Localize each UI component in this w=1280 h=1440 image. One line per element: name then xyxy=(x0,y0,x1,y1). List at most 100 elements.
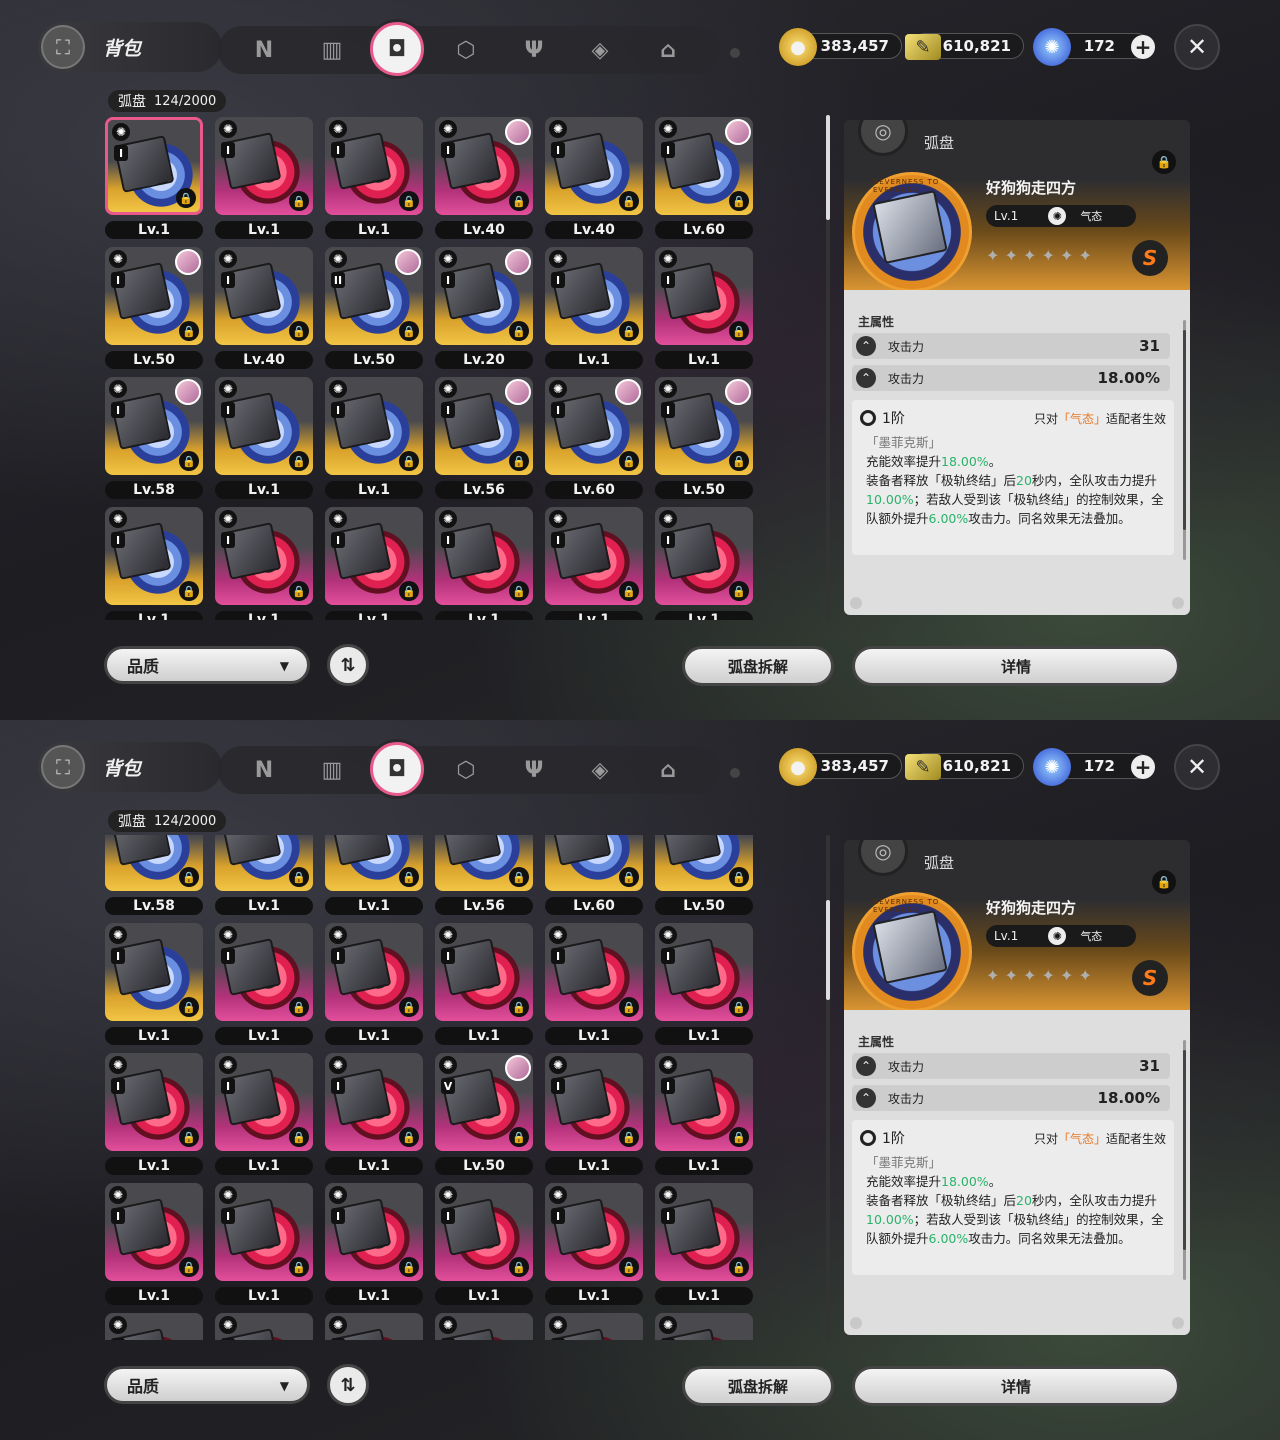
tab-utensils-icon[interactable]: Ψ xyxy=(516,752,552,788)
disc-card[interactable]: ✺I🔒 xyxy=(435,923,533,1021)
lock-toggle-icon[interactable]: 🔒 xyxy=(1152,870,1176,894)
effect-tier-label: 1阶 xyxy=(882,411,905,427)
disc-card[interactable]: ✺I🔒 xyxy=(105,507,203,605)
disc-card[interactable]: ✺I🔒 xyxy=(435,1183,533,1281)
inventory-count-value: 124/2000 xyxy=(154,93,217,109)
disc-card[interactable]: ✺I🔒 xyxy=(105,1053,203,1151)
backpack-icon: ⛶ xyxy=(41,745,85,789)
disc-card[interactable]: ✺I🔒 xyxy=(545,923,643,1021)
disc-card[interactable]: ✺ II 🔒 xyxy=(325,247,423,345)
disc-card[interactable]: ✺I🔒 xyxy=(545,1313,643,1340)
disc-card[interactable]: ✺I🔒 xyxy=(435,1313,533,1340)
lock-icon: 🔒 xyxy=(179,867,199,887)
disc-card[interactable]: ✺I🔒 xyxy=(655,247,753,345)
disc-card[interactable]: ✺I🔒 xyxy=(545,1053,643,1151)
disc-card[interactable]: ✺I🔒 xyxy=(435,247,533,345)
tab-home-icon[interactable]: ⌂ xyxy=(650,752,686,788)
tab-disc-icon[interactable]: ◘ xyxy=(370,742,424,796)
disc-card[interactable]: ✺I🔒 xyxy=(545,507,643,605)
disc-card[interactable]: ✺I🔒 xyxy=(215,247,313,345)
disc-card[interactable]: ✺I🔒 xyxy=(655,1313,753,1340)
tab-cube-icon[interactable]: ⬡ xyxy=(448,752,484,788)
disc-card[interactable]: ✺I🔒 xyxy=(435,835,533,891)
add-currency-button[interactable]: + xyxy=(1131,755,1155,779)
lock-toggle-icon[interactable]: 🔒 xyxy=(1152,150,1176,174)
disc-card[interactable]: ✺I🔒 xyxy=(325,835,423,891)
tab-disc-icon[interactable]: ◘ xyxy=(370,22,424,76)
disc-card[interactable]: ✺I🔒 xyxy=(215,377,313,475)
disc-card[interactable]: ✺I🔒 xyxy=(105,1183,203,1281)
disc-card[interactable]: ✺I🔒 xyxy=(655,923,753,1021)
polychrome-icon: ✺ xyxy=(1033,748,1071,786)
tab-n-logo-icon[interactable]: N xyxy=(246,752,282,788)
lock-icon: 🔒 xyxy=(289,581,309,601)
disc-card[interactable]: ✺I🔒 xyxy=(105,1313,203,1340)
disc-card[interactable]: ✺I🔒 xyxy=(545,377,643,475)
detail-scrollbar[interactable] xyxy=(1183,320,1186,560)
disc-card[interactable]: ✺I🔒 xyxy=(325,1053,423,1151)
dismantle-button[interactable]: 弧盘拆解 xyxy=(682,646,834,686)
disc-level: Lv.50 xyxy=(655,897,753,915)
grid-scroll-thumb[interactable] xyxy=(826,115,830,220)
details-button[interactable]: 详情 xyxy=(852,1366,1180,1406)
disc-card[interactable]: ✺I🔒 xyxy=(105,117,203,215)
tab-gameboy-icon[interactable]: ▥ xyxy=(314,32,350,68)
disc-card[interactable]: ✺I🔒 xyxy=(215,835,313,891)
sort-order-button[interactable]: ⇅ xyxy=(327,644,369,686)
quality-filter-dropdown[interactable]: 品质 ▼ xyxy=(104,646,310,684)
close-button[interactable]: ✕ xyxy=(1174,24,1220,70)
disc-card[interactable]: ✺I🔒 xyxy=(325,1183,423,1281)
grid-scroll-thumb[interactable] xyxy=(826,900,830,1000)
quality-filter-dropdown[interactable]: 品质 ▼ xyxy=(104,1366,310,1404)
disc-card[interactable]: ✺I🔒 xyxy=(105,377,203,475)
disc-card[interactable]: ✺I🔒 xyxy=(545,835,643,891)
details-button[interactable]: 详情 xyxy=(852,646,1180,686)
dismantle-button[interactable]: 弧盘拆解 xyxy=(682,1366,834,1406)
disc-card[interactable]: ✺I🔒 xyxy=(655,377,753,475)
disc-card[interactable]: ✺I🔒 xyxy=(215,923,313,1021)
disc-card[interactable]: ✺I🔒 xyxy=(325,377,423,475)
close-button[interactable]: ✕ xyxy=(1174,744,1220,790)
disc-card[interactable]: ✺I🔒 xyxy=(215,117,313,215)
disc-card[interactable]: ✺I🔒 xyxy=(655,1183,753,1281)
tab-home-icon[interactable]: ⌂ xyxy=(650,32,686,68)
disc-card[interactable]: ✺I🔒 xyxy=(655,1053,753,1151)
disc-card[interactable]: ✺I🔒 xyxy=(215,1053,313,1151)
disc-card[interactable]: ✺I🔒 xyxy=(325,1313,423,1340)
disc-card[interactable]: ✺I🔒 xyxy=(435,507,533,605)
disc-card[interactable]: ✺I🔒 xyxy=(215,1313,313,1340)
add-currency-button[interactable]: + xyxy=(1131,35,1155,59)
tier-badge: I xyxy=(221,1338,235,1340)
tab-n-logo-icon[interactable]: N xyxy=(246,32,282,68)
disc-card[interactable]: ✺I🔒 xyxy=(435,117,533,215)
disc-card[interactable]: ✺I🔒 xyxy=(215,1183,313,1281)
disc-card[interactable]: ✺I🔒 xyxy=(655,117,753,215)
grid-scrollbar[interactable] xyxy=(826,115,830,620)
tab-cube-icon[interactable]: ⬡ xyxy=(448,32,484,68)
disc-card[interactable]: ✺I🔒 xyxy=(105,247,203,345)
disc-card[interactable]: ✺I🔒 xyxy=(325,923,423,1021)
disc-card[interactable]: ✺I🔒 xyxy=(435,377,533,475)
disc-card[interactable]: ✺I🔒 xyxy=(545,117,643,215)
disc-card[interactable]: ✺I🔒 xyxy=(325,507,423,605)
disc-card[interactable]: ✺I🔒 xyxy=(105,835,203,891)
disc-card[interactable]: ✺I🔒 xyxy=(545,1183,643,1281)
disc-card[interactable]: ✺I🔒 xyxy=(545,247,643,345)
detail-scroll-thumb[interactable] xyxy=(1183,1050,1186,1250)
disc-card[interactable]: ✺I🔒 xyxy=(655,835,753,891)
grid-scrollbar[interactable] xyxy=(826,835,830,1340)
disc-card[interactable]: ✺I🔒 xyxy=(325,117,423,215)
tab-utensils-icon[interactable]: Ψ xyxy=(516,32,552,68)
sort-order-button[interactable]: ⇅ xyxy=(327,1364,369,1406)
effect-text: 。 xyxy=(988,454,1002,469)
tab-box-icon[interactable]: ◈ xyxy=(582,32,618,68)
ether-attribute-icon: ✺ xyxy=(439,250,457,268)
disc-card[interactable]: ✺I🔒 xyxy=(105,923,203,1021)
disc-card[interactable]: ✺I🔒 xyxy=(655,507,753,605)
detail-scroll-thumb[interactable] xyxy=(1183,330,1186,530)
tab-box-icon[interactable]: ◈ xyxy=(582,752,618,788)
detail-scrollbar[interactable] xyxy=(1183,1040,1186,1280)
tab-gameboy-icon[interactable]: ▥ xyxy=(314,752,350,788)
disc-card[interactable]: ✺I🔒 xyxy=(215,507,313,605)
disc-card[interactable]: ✺ V 🔒 xyxy=(435,1053,533,1151)
